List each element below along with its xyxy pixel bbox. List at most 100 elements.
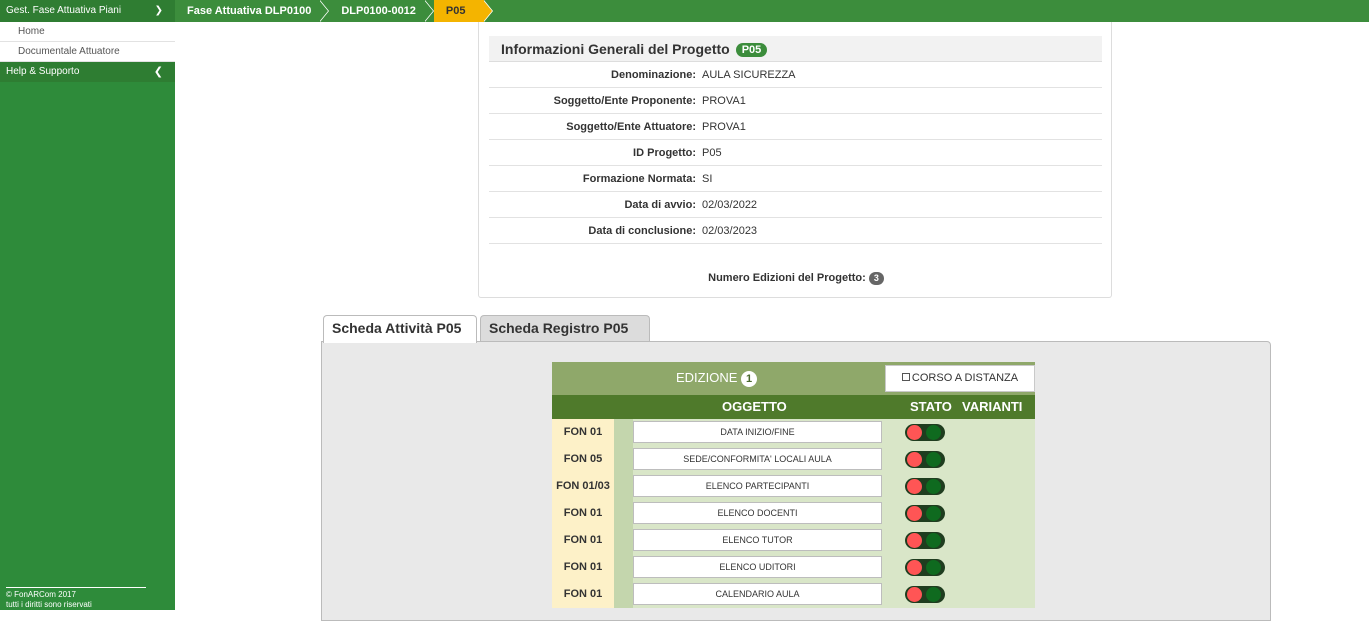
info-label: ID Progetto:	[633, 147, 696, 159]
corso-distanza-checkbox[interactable]: CORSO A DISTANZA	[885, 365, 1035, 392]
info-row-attuatore: Soggetto/Ente Attuatore: PROVA1	[489, 114, 1102, 140]
status-red-light	[907, 425, 922, 440]
row-code: FON 01	[552, 500, 614, 527]
edizioni-count-line: Numero Edizioni del Progetto: 3	[479, 272, 1113, 285]
row-code: FON 01/03	[552, 473, 614, 500]
status-green-light	[926, 506, 941, 521]
sidebar-group-label: Help & Supporto	[6, 66, 80, 77]
row-object-button[interactable]: ELENCO DOCENTI	[633, 502, 882, 524]
sidebar-item-documentale[interactable]: Documentale Attuatore	[0, 42, 175, 62]
status-red-light	[907, 506, 922, 521]
status-red-light	[907, 587, 922, 602]
project-info-card: Informazioni Generali del Progetto P05 De…	[478, 22, 1112, 298]
info-value: AULA SICUREZZA	[702, 69, 796, 81]
info-row-data-conclusione: Data di conclusione: 02/03/2023	[489, 218, 1102, 244]
status-indicator[interactable]	[905, 586, 945, 603]
status-green-light	[926, 587, 941, 602]
row-object-button[interactable]: ELENCO TUTOR	[633, 529, 882, 551]
row-object-button[interactable]: CALENDARIO AULA	[633, 583, 882, 605]
info-row-id-progetto: ID Progetto: P05	[489, 140, 1102, 166]
info-label: Denominazione:	[611, 69, 696, 81]
row-object-button[interactable]: ELENCO PARTECIPANTI	[633, 475, 882, 497]
breadcrumb-item-progetto[interactable]: P05	[433, 0, 493, 22]
info-row-formazione-normata: Formazione Normata: SI	[489, 166, 1102, 192]
row-code: FON 01	[552, 554, 614, 581]
menu-toggle[interactable]: Gest. Fase Attuativa Piani ❯	[0, 0, 175, 22]
row-spacer	[614, 419, 633, 446]
table-row: FON 01/03 ELENCO PARTECIPANTI	[552, 473, 1035, 500]
breadcrumb-item-fase[interactable]: Fase Attuativa DLP0100	[175, 0, 330, 22]
row-spacer	[614, 446, 633, 473]
table-row: FON 01 DATA INIZIO/FINE	[552, 419, 1035, 446]
row-spacer	[614, 527, 633, 554]
sidebar: Home Documentale Attuatore Help & Suppor…	[0, 22, 175, 610]
sidebar-item-home[interactable]: Home	[0, 22, 175, 42]
tab-scheda-attivita[interactable]: Scheda Attività P05	[323, 315, 477, 343]
status-indicator[interactable]	[905, 451, 945, 468]
info-row-denominazione: Denominazione: AULA SICUREZZA	[489, 62, 1102, 88]
project-badge: P05	[735, 43, 768, 57]
table-row: FON 01 CALENDARIO AULA	[552, 581, 1035, 608]
status-red-light	[907, 533, 922, 548]
status-indicator[interactable]	[905, 478, 945, 495]
project-info-title-text: Informazioni Generali del Progetto	[501, 41, 730, 57]
status-indicator[interactable]	[905, 559, 945, 576]
table-row: FON 01 ELENCO TUTOR	[552, 527, 1035, 554]
copyright-text: © FonARCom 2017	[6, 590, 76, 599]
info-value: SI	[702, 173, 713, 185]
status-green-light	[926, 425, 941, 440]
menu-label: Gest. Fase Attuativa Piani	[6, 5, 122, 16]
column-header-stato: STATO	[910, 399, 952, 414]
table-row: FON 05 SEDE/CONFORMITA' LOCALI AULA	[552, 446, 1035, 473]
row-code: FON 05	[552, 446, 614, 473]
table-row: FON 01 ELENCO UDITORI	[552, 554, 1035, 581]
info-value: 02/03/2023	[702, 225, 758, 237]
edizioni-label: Numero Edizioni del Progetto:	[708, 272, 866, 284]
info-label: Soggetto/Ente Attuatore:	[566, 121, 696, 133]
info-row-proponente: Soggetto/Ente Proponente: PROVA1	[489, 88, 1102, 114]
info-label: Data di avvio:	[624, 199, 696, 211]
table-row: FON 01 ELENCO DOCENTI	[552, 500, 1035, 527]
status-green-light	[926, 479, 941, 494]
info-label: Soggetto/Ente Proponente:	[553, 95, 696, 107]
checkbox-icon	[901, 373, 910, 381]
info-row-data-avvio: Data di avvio: 02/03/2022	[489, 192, 1102, 218]
row-object-button[interactable]: ELENCO UDITORI	[633, 556, 882, 578]
sidebar-group-help[interactable]: Help & Supporto ❮	[0, 62, 175, 82]
info-value: 02/03/2022	[702, 199, 758, 211]
chevron-left-icon: ❮	[153, 66, 163, 78]
info-label: Formazione Normata:	[582, 173, 696, 185]
project-info-title: Informazioni Generali del Progetto P05	[501, 41, 768, 57]
edition-title: EDIZIONE 1	[676, 370, 758, 387]
row-object-button[interactable]: DATA INIZIO/FINE	[633, 421, 882, 443]
column-header-varianti: VARIANTI	[962, 399, 1023, 414]
corso-distanza-label: CORSO A DISTANZA	[911, 372, 1019, 384]
info-value: PROVA1	[702, 121, 746, 133]
edition-header: EDIZIONE 1 CORSO A DISTANZA	[552, 362, 1035, 395]
row-code: FON 01	[552, 581, 614, 608]
status-indicator[interactable]	[905, 424, 945, 441]
row-spacer	[614, 554, 633, 581]
project-info-header: Informazioni Generali del Progetto P05	[489, 36, 1102, 62]
status-red-light	[907, 560, 922, 575]
column-header-oggetto: OGGETTO	[722, 399, 787, 414]
edition-title-text: EDIZIONE	[676, 370, 738, 385]
info-label: Data di conclusione:	[588, 225, 696, 237]
edition-column-headers: OGGETTO STATO VARIANTI	[552, 395, 1035, 419]
tab-scheda-registro[interactable]: Scheda Registro P05	[480, 315, 650, 342]
rights-text: tutti i diritti sono riservati	[6, 600, 92, 609]
row-code: FON 01	[552, 419, 614, 446]
edition-number-badge: 1	[741, 371, 758, 387]
top-bar: Gest. Fase Attuativa Piani ❯ Fase Attuat…	[0, 0, 1369, 22]
status-indicator[interactable]	[905, 532, 945, 549]
breadcrumb: Fase Attuativa DLP0100 DLP0100-0012 P05	[175, 0, 493, 22]
status-green-light	[926, 452, 941, 467]
status-red-light	[907, 452, 922, 467]
row-spacer	[614, 500, 633, 527]
status-green-light	[926, 533, 941, 548]
status-indicator[interactable]	[905, 505, 945, 522]
row-code: FON 01	[552, 527, 614, 554]
info-value: PROVA1	[702, 95, 746, 107]
breadcrumb-item-piano[interactable]: DLP0100-0012	[329, 0, 434, 22]
row-object-button[interactable]: SEDE/CONFORMITA' LOCALI AULA	[633, 448, 882, 470]
